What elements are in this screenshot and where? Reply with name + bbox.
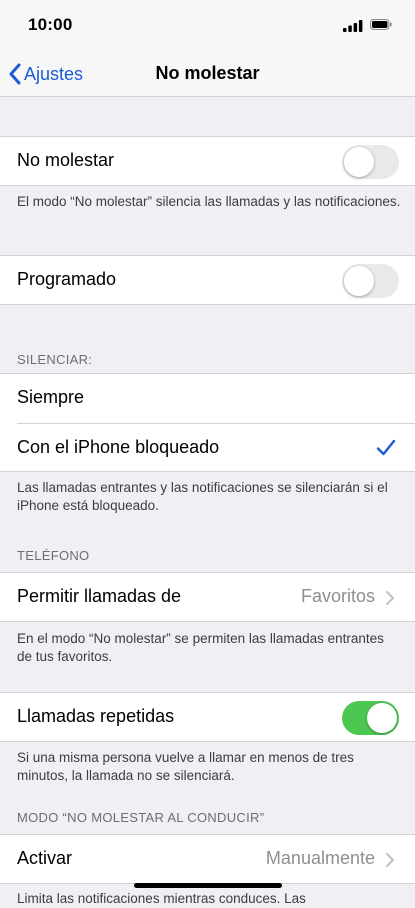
dnd-toggle[interactable] xyxy=(342,145,399,179)
silence-option-label: Con el iPhone bloqueado xyxy=(17,437,220,457)
scheduled-label: Programado xyxy=(17,269,117,289)
status-time: 10:00 xyxy=(28,15,73,34)
toggle-knob xyxy=(344,147,374,177)
page-title: No molestar xyxy=(155,63,260,83)
home-indicator[interactable] xyxy=(134,883,282,888)
allow-calls-label: Permitir llamadas de xyxy=(17,586,182,606)
chevron-right-icon xyxy=(385,852,395,868)
scheduled-toggle[interactable] xyxy=(342,264,399,298)
repeated-calls-footnote: Si una misma persona vuelve a llamar en … xyxy=(17,750,354,783)
cellular-signal-icon xyxy=(343,20,363,32)
silence-option-always[interactable]: Siempre xyxy=(0,374,415,423)
scheduled-row[interactable]: Programado xyxy=(0,255,415,305)
repeated-calls-label: Llamadas repetidas xyxy=(17,706,175,726)
phone-header: TELÉFONO xyxy=(17,548,90,563)
allow-calls-row[interactable]: Permitir llamadas de Favoritos xyxy=(0,572,415,622)
dnd-footnote: El modo “No molestar” silencia las llama… xyxy=(17,194,401,209)
chevron-right-icon xyxy=(385,590,395,606)
silence-option-locked[interactable]: Con el iPhone bloqueado xyxy=(0,424,415,473)
activate-label: Activar xyxy=(17,848,73,868)
allow-calls-footnote: En el modo “No molestar” se permiten las… xyxy=(17,631,384,664)
driving-footnote: Limita las notificaciones mientras condu… xyxy=(17,891,306,906)
checkmark-icon xyxy=(376,439,396,456)
activate-row[interactable]: Activar Manualmente xyxy=(0,834,415,884)
repeated-calls-toggle[interactable] xyxy=(342,701,399,735)
silence-option-label: Siempre xyxy=(17,387,85,407)
driving-header: MODO “NO MOLESTAR AL CONDUCIR” xyxy=(17,810,265,825)
battery-icon xyxy=(370,19,392,30)
dnd-label: No molestar xyxy=(17,150,115,170)
activate-value: Manualmente xyxy=(265,848,375,868)
toggle-knob xyxy=(344,266,374,296)
repeated-calls-row: Llamadas repetidas xyxy=(0,692,415,742)
silence-header: SILENCIAR: xyxy=(17,352,93,367)
silence-footnote: Las llamadas entrantes y las notificacio… xyxy=(17,480,388,513)
dnd-row: No molestar xyxy=(0,136,415,186)
allow-calls-value: Favoritos xyxy=(300,586,375,606)
silence-group: Siempre Con el iPhone bloqueado xyxy=(0,373,415,472)
toggle-knob xyxy=(367,703,397,733)
